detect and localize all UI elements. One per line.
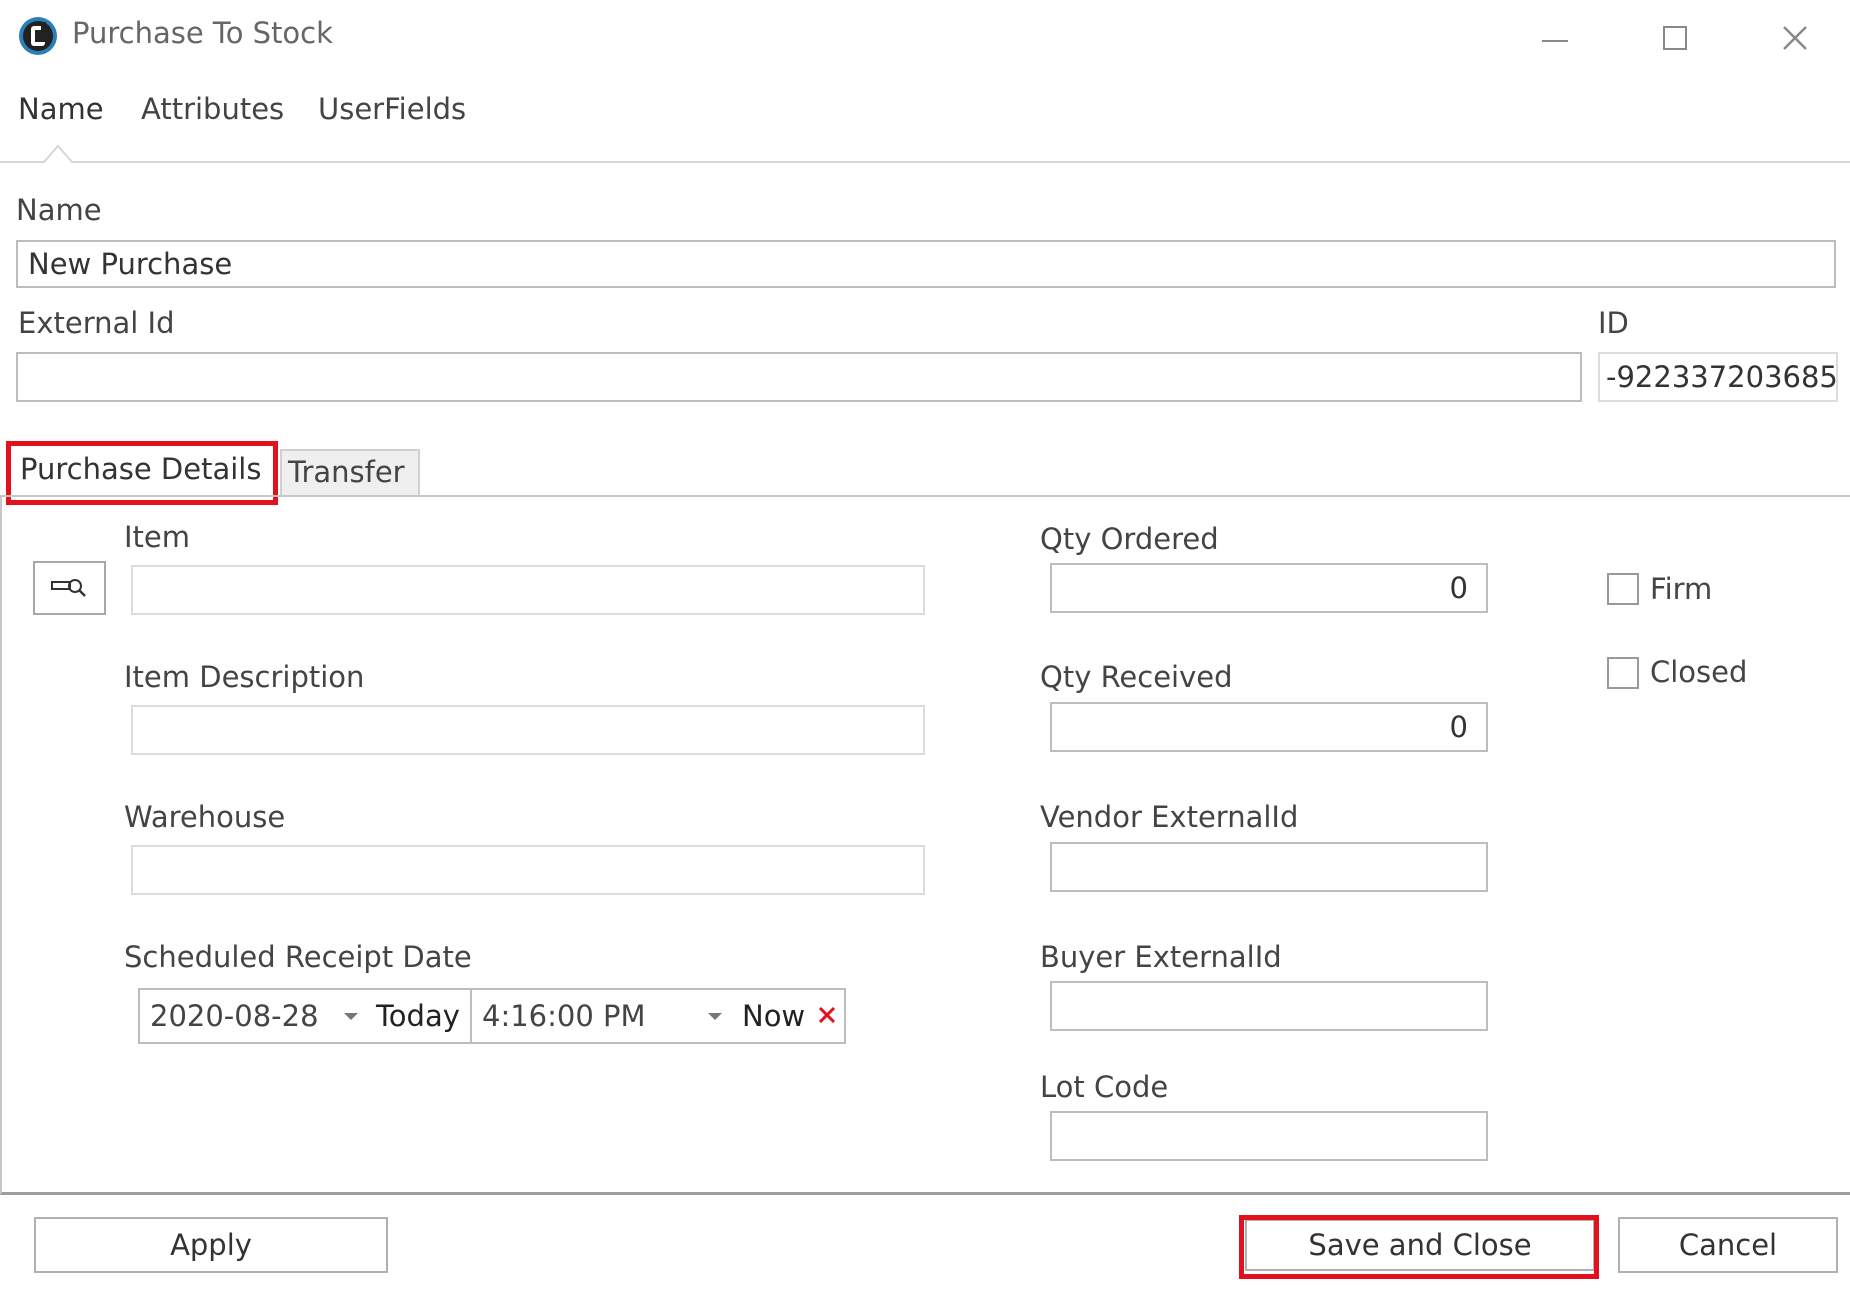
- time-dropdown-icon[interactable]: [704, 1008, 726, 1028]
- scheduled-receipt-date-label: Scheduled Receipt Date: [124, 940, 472, 974]
- date-time-divider: [470, 990, 472, 1042]
- app-logo-icon: [18, 16, 58, 56]
- save-and-close-button[interactable]: Save and Close: [1245, 1219, 1595, 1271]
- tab-attributes[interactable]: Attributes: [141, 92, 284, 126]
- time-value[interactable]: 4:16:00 PM: [482, 999, 646, 1033]
- item-description-input[interactable]: [131, 705, 925, 755]
- tab-transfer-label: Transfer: [288, 455, 405, 489]
- vendor-externalid-label: Vendor ExternalId: [1040, 800, 1299, 834]
- item-lookup-button[interactable]: [33, 561, 106, 615]
- lot-code-input[interactable]: [1050, 1111, 1488, 1161]
- item-description-label: Item Description: [124, 660, 365, 694]
- tab-purchase-details-label: Purchase Details: [20, 452, 262, 486]
- firm-label: Firm: [1650, 572, 1713, 606]
- tab-transfer[interactable]: Transfer: [280, 449, 420, 497]
- date-dropdown-icon[interactable]: [340, 1008, 362, 1028]
- title-bar: Purchase To Stock: [0, 0, 1850, 72]
- tab-purchase-details[interactable]: Purchase Details: [8, 443, 276, 499]
- qty-ordered-input[interactable]: 0: [1050, 563, 1488, 613]
- lot-code-label: Lot Code: [1040, 1070, 1169, 1104]
- warehouse-input[interactable]: [131, 845, 925, 895]
- buyer-externalid-input[interactable]: [1050, 981, 1488, 1031]
- now-button[interactable]: Now: [742, 999, 805, 1033]
- top-tab-bar: Name Attributes UserFields: [0, 80, 1850, 164]
- item-label: Item: [124, 520, 191, 554]
- tab-name[interactable]: Name: [18, 92, 104, 126]
- buyer-externalid-label: Buyer ExternalId: [1040, 940, 1282, 974]
- id-label: ID: [1598, 306, 1629, 340]
- external-id-label: External Id: [18, 306, 175, 340]
- qty-received-label: Qty Received: [1040, 660, 1233, 694]
- date-value[interactable]: 2020-08-28: [150, 999, 319, 1033]
- apply-button[interactable]: Apply: [34, 1217, 388, 1273]
- scheduled-receipt-picker: 2020-08-28 Today 4:16:00 PM Now: [138, 988, 846, 1044]
- cancel-button[interactable]: Cancel: [1618, 1217, 1838, 1273]
- tab-userfields[interactable]: UserFields: [318, 92, 466, 126]
- name-input[interactable]: New Purchase: [16, 240, 1836, 288]
- search-lookup-icon: [50, 575, 90, 601]
- close-icon[interactable]: [1765, 18, 1825, 58]
- minimize-icon[interactable]: [1525, 18, 1585, 58]
- warehouse-label: Warehouse: [124, 800, 286, 834]
- tab-selection-indicator: [0, 144, 1850, 163]
- closed-checkbox[interactable]: [1607, 657, 1639, 689]
- maximize-icon[interactable]: [1645, 18, 1705, 58]
- name-label: Name: [16, 193, 102, 227]
- closed-label: Closed: [1650, 655, 1748, 689]
- qty-ordered-label: Qty Ordered: [1040, 522, 1219, 556]
- firm-checkbox[interactable]: [1607, 573, 1639, 605]
- vendor-externalid-input[interactable]: [1050, 842, 1488, 892]
- close-x-icon[interactable]: [816, 1004, 838, 1030]
- external-id-input[interactable]: [16, 352, 1582, 402]
- today-button[interactable]: Today: [376, 999, 460, 1033]
- id-field: -922337203685: [1598, 352, 1838, 402]
- window-title: Purchase To Stock: [72, 16, 333, 50]
- qty-received-input[interactable]: 0: [1050, 702, 1488, 752]
- item-input[interactable]: [131, 565, 925, 615]
